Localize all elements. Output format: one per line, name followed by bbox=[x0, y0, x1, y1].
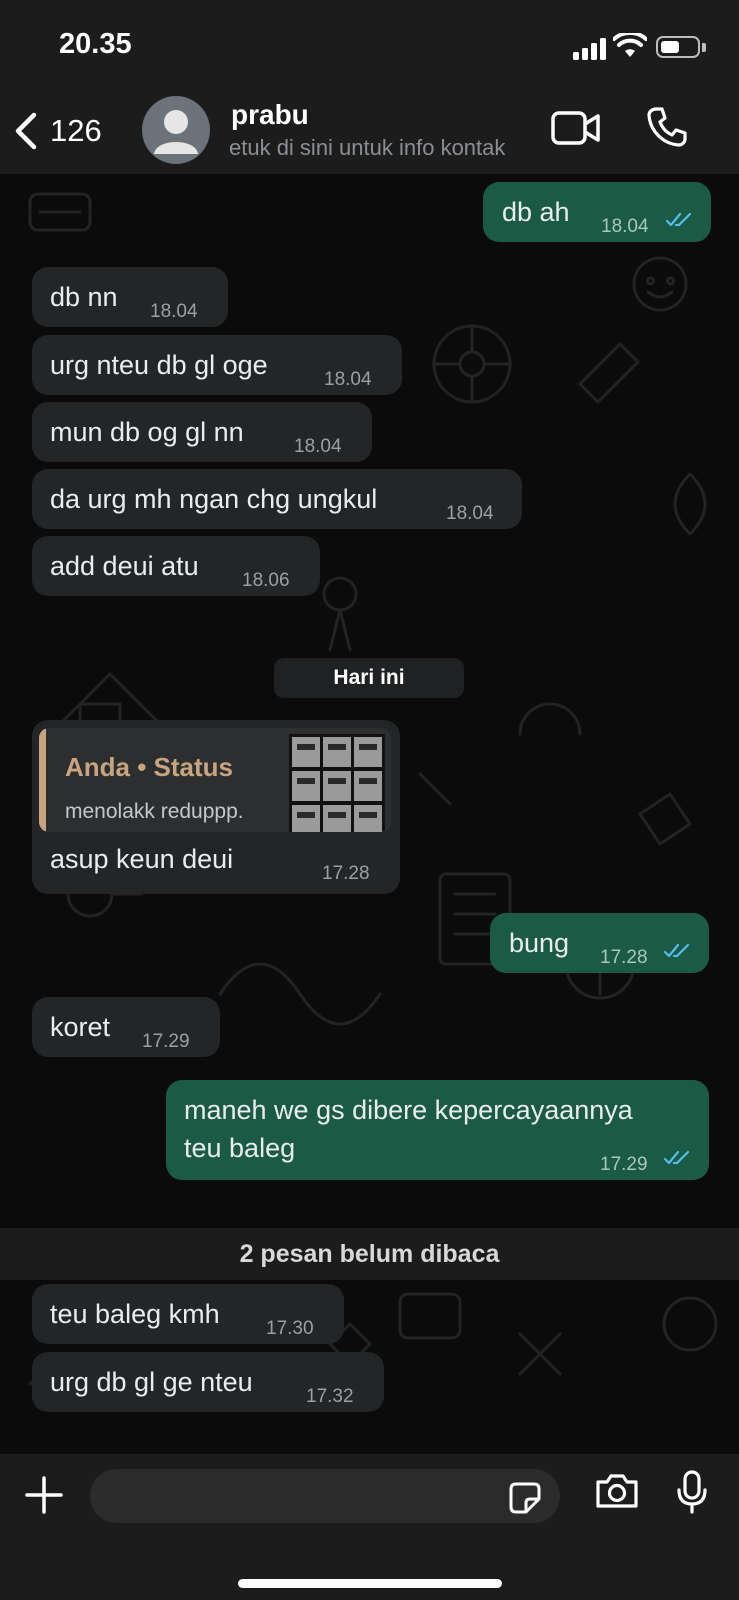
quote-accent-bar bbox=[39, 728, 46, 832]
message-text: urg nteu db gl oge bbox=[50, 350, 268, 380]
date-divider: Hari ini bbox=[274, 658, 464, 698]
plus-icon[interactable] bbox=[24, 1475, 64, 1515]
composer-bar bbox=[0, 1454, 739, 1600]
chat-area[interactable]: db ah 18.04 db nn 18.04 urg nteu db gl o… bbox=[0, 174, 739, 1454]
message-time: 18.04 bbox=[150, 301, 198, 322]
contact-info-hint[interactable]: etuk di sini untuk info kontak bbox=[229, 135, 535, 161]
message-bubble-incoming[interactable]: urg db gl ge nteu 17.32 bbox=[32, 1352, 384, 1412]
message-text: da urg mh ngan chg ungkul bbox=[50, 484, 378, 514]
read-tick-icon bbox=[663, 943, 690, 958]
message-bubble-incoming-reply[interactable]: Anda • Status menolakk reduppp. asup keu… bbox=[32, 720, 400, 894]
unread-chats-count: 126 bbox=[50, 113, 102, 148]
message-bubble-incoming[interactable]: urg nteu db gl oge 18.04 bbox=[32, 335, 402, 395]
message-time: 18.04 bbox=[294, 436, 342, 457]
message-time: 17.29 bbox=[142, 1031, 190, 1052]
message-bubble-incoming[interactable]: da urg mh ngan chg ungkul 18.04 bbox=[32, 469, 522, 529]
signal-icon bbox=[573, 38, 607, 60]
battery-icon bbox=[656, 36, 700, 58]
microphone-icon[interactable] bbox=[676, 1470, 708, 1514]
message-bubble-outgoing[interactable]: maneh we gs dibere kepercayaannya teu ba… bbox=[166, 1080, 709, 1180]
message-bubble-incoming[interactable]: add deui atu 18.06 bbox=[32, 536, 320, 596]
chat-header: 126 prabu etuk di sini untuk info kontak bbox=[0, 90, 739, 174]
quote-text: menolakk reduppp. bbox=[65, 800, 244, 823]
read-tick-icon bbox=[665, 212, 692, 227]
message-time: 18.04 bbox=[324, 369, 372, 390]
back-button[interactable]: 126 bbox=[12, 108, 102, 154]
quote-author: Anda • Status bbox=[65, 752, 234, 782]
sticker-icon[interactable] bbox=[508, 1481, 542, 1515]
message-time: 18.06 bbox=[242, 570, 290, 591]
status-time: 20.35 bbox=[59, 28, 132, 60]
contact-name[interactable]: prabu bbox=[231, 99, 309, 131]
message-bubble-incoming[interactable]: koret 17.29 bbox=[32, 997, 220, 1057]
unread-messages-divider: 2 pesan belum dibaca bbox=[0, 1228, 739, 1280]
message-text: mun db og gl nn bbox=[50, 417, 244, 447]
message-input[interactable] bbox=[90, 1469, 560, 1523]
message-time: 17.30 bbox=[266, 1318, 314, 1339]
message-text: koret bbox=[50, 1012, 111, 1042]
video-camera-icon[interactable] bbox=[551, 110, 601, 146]
message-time: 17.28 bbox=[600, 947, 648, 968]
message-bubble-outgoing[interactable]: bung 17.28 bbox=[490, 913, 709, 973]
message-bubble-incoming[interactable]: teu baleg kmh 17.30 bbox=[32, 1284, 344, 1344]
quoted-status[interactable]: Anda • Status menolakk reduppp. bbox=[39, 728, 391, 832]
message-text: asup keun deui bbox=[50, 844, 234, 874]
message-text: urg db gl ge nteu bbox=[50, 1367, 253, 1397]
message-text-line-2: teu baleg bbox=[184, 1133, 296, 1163]
message-time: 17.28 bbox=[322, 863, 370, 884]
message-text: db nn bbox=[50, 282, 118, 312]
chevron-left-icon bbox=[15, 112, 37, 150]
message-time: 18.04 bbox=[601, 216, 649, 237]
message-text-line-1: maneh we gs dibere kepercayaannya bbox=[184, 1095, 633, 1125]
status-thumbnail-image bbox=[289, 734, 385, 832]
status-bar: 20.35 bbox=[0, 0, 739, 90]
read-tick-icon bbox=[663, 1150, 690, 1165]
message-text: add deui atu bbox=[50, 551, 199, 581]
camera-icon[interactable] bbox=[594, 1472, 640, 1510]
message-time: 18.04 bbox=[446, 503, 494, 524]
message-time: 17.32 bbox=[306, 1386, 354, 1407]
message-bubble-incoming[interactable]: db nn 18.04 bbox=[32, 267, 228, 327]
message-text: bung bbox=[509, 928, 570, 958]
person-icon bbox=[154, 110, 198, 154]
message-text: db ah bbox=[502, 197, 570, 227]
battery-cap bbox=[702, 43, 706, 52]
avatar[interactable] bbox=[142, 96, 210, 164]
home-indicator bbox=[238, 1579, 502, 1588]
message-text: teu baleg kmh bbox=[50, 1299, 220, 1329]
wifi-icon bbox=[613, 33, 647, 57]
message-bubble-outgoing[interactable]: db ah 18.04 bbox=[483, 182, 711, 242]
message-time: 17.29 bbox=[600, 1154, 648, 1175]
message-bubble-incoming[interactable]: mun db og gl nn 18.04 bbox=[32, 402, 372, 462]
phone-icon[interactable] bbox=[646, 106, 688, 148]
